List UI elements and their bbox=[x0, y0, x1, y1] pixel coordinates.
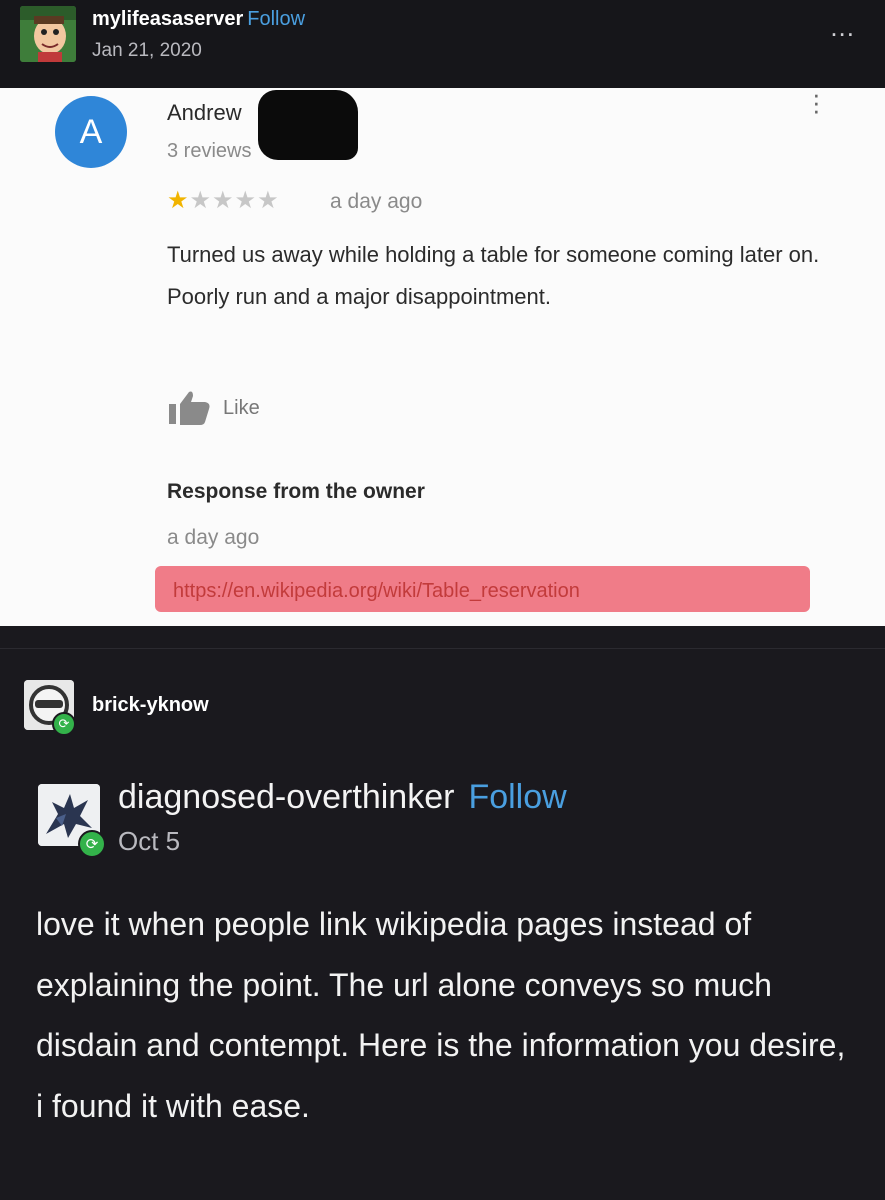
top-post-header: mylifeasaserver Follow Jan 21, 2020 ... bbox=[0, 0, 885, 88]
redaction-scribble bbox=[258, 90, 358, 160]
post-username-row: mylifeasaserver Follow bbox=[92, 8, 305, 31]
reblogger-username[interactable]: brick-yknow bbox=[92, 694, 209, 717]
owner-response-heading: Response from the owner bbox=[167, 480, 425, 503]
user-avatar[interactable] bbox=[20, 6, 76, 62]
thumbs-up-icon bbox=[169, 391, 210, 425]
review-menu-icon: · · · bbox=[812, 88, 821, 125]
post-date: Jan 21, 2020 bbox=[92, 40, 202, 61]
reviewer-avatar: A bbox=[55, 96, 127, 168]
star-empty-icon: ★ bbox=[189, 187, 213, 214]
op-post-text: love it when people link wikipedia pages… bbox=[36, 906, 846, 1124]
reblog-icon: ⟳ bbox=[52, 712, 76, 736]
reviewer-review-count: 3 reviews bbox=[167, 140, 252, 162]
star-empty-icon: ★ bbox=[257, 187, 280, 214]
cartoon-avatar-icon bbox=[20, 6, 76, 62]
op-username[interactable]: diagnosed-overthinker bbox=[118, 778, 454, 816]
like-label: Like bbox=[223, 396, 260, 419]
reviewer-name: Andrew bbox=[167, 100, 242, 125]
owner-response-link: https://en.wikipedia.org/wiki/Table_rese… bbox=[155, 566, 810, 612]
like-button: Like bbox=[167, 388, 260, 428]
reblog-icon: ⟳ bbox=[78, 830, 106, 858]
more-options-icon[interactable]: ... bbox=[830, 12, 855, 43]
review-age: a day ago bbox=[330, 190, 423, 213]
star-empty-icon: ★ bbox=[212, 187, 235, 214]
post-username[interactable]: mylifeasaserver bbox=[92, 8, 243, 30]
op-date: Oct 5 bbox=[118, 826, 181, 856]
reblog-section: ⟳ brick-yknow ⟳ diagnosed-overthinker Fol… bbox=[0, 626, 885, 1200]
star-rating: ★★★★★ bbox=[167, 186, 280, 215]
star-filled-icon: ★ bbox=[167, 187, 190, 214]
owner-response-age: a day ago bbox=[167, 526, 260, 549]
review-text: Turned us away while holding a table for… bbox=[167, 242, 820, 309]
review-screenshot: A Andrew 3 reviews · · · ★★★★★ a day ago T… bbox=[0, 88, 885, 626]
star-empty-icon: ★ bbox=[234, 187, 258, 214]
op-username-row: diagnosed-overthinker Follow bbox=[118, 778, 567, 817]
section-divider bbox=[0, 648, 885, 649]
follow-button[interactable]: Follow bbox=[247, 8, 305, 30]
follow-button[interactable]: Follow bbox=[468, 778, 566, 816]
